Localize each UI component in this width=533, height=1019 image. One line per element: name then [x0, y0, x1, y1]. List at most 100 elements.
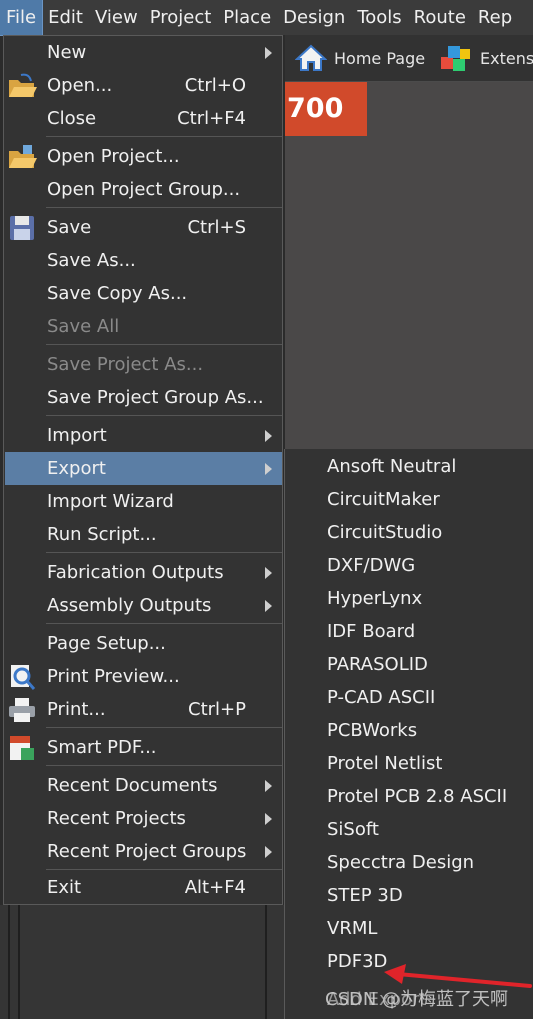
export-item-hyperlynx[interactable]: HyperLynx — [327, 582, 422, 615]
menu-item-recent-project-groups[interactable]: Recent Project Groups — [5, 835, 282, 868]
menu-file[interactable]: File — [0, 0, 44, 36]
left-panel — [0, 905, 285, 1019]
shortcut-label: Ctrl+F4 — [177, 108, 246, 129]
menu-item-label: Open Project... — [47, 146, 180, 167]
menu-place[interactable]: Place — [217, 0, 277, 35]
menu-item-exit[interactable]: Exit Alt+F4 — [5, 871, 282, 904]
menu-item-label: Save — [47, 217, 92, 238]
menu-item-label: Assembly Outputs — [47, 595, 212, 616]
menu-item-print[interactable]: Print... Ctrl+P — [5, 693, 282, 726]
tab-extensions[interactable]: Extensi — [439, 43, 533, 73]
export-item-vrml[interactable]: VRML — [327, 912, 377, 945]
shortcut-label: Alt+F4 — [184, 877, 246, 898]
menu-item-print-preview[interactable]: Print Preview... — [5, 660, 282, 693]
menu-item-label: Smart PDF... — [47, 737, 157, 758]
menu-item-label: Recent Documents — [47, 775, 218, 796]
menu-item-label: Open Project Group... — [47, 179, 241, 200]
export-item-specctra-design[interactable]: Specctra Design — [327, 846, 474, 879]
menu-view[interactable]: View — [89, 0, 144, 35]
menu-route[interactable]: Route — [408, 0, 472, 35]
menu-separator — [46, 623, 282, 624]
export-item-step-3d[interactable]: STEP 3D — [327, 879, 403, 912]
menu-item-save[interactable]: Save Ctrl+S — [5, 211, 282, 244]
menu-bar: File Edit View Project Place Design Tool… — [0, 0, 533, 36]
menu-project[interactable]: Project — [144, 0, 218, 35]
menu-item-label: Import — [47, 425, 107, 446]
print-preview-magnifier-icon — [11, 665, 36, 690]
menu-item-label: Recent Project Groups — [47, 841, 247, 862]
menu-item-label: Page Setup... — [47, 633, 166, 654]
menu-separator — [46, 344, 282, 345]
menu-item-smart-pdf[interactable]: Smart PDF... — [5, 731, 282, 764]
shortcut-label: Ctrl+O — [184, 75, 246, 96]
menu-item-label: Save As... — [47, 250, 136, 271]
menu-edit[interactable]: Edit — [42, 0, 89, 35]
submenu-arrow-icon — [265, 813, 272, 825]
export-item-circuitstudio[interactable]: CircuitStudio — [327, 516, 442, 549]
menu-item-label: Print Preview... — [47, 666, 180, 687]
export-item-p-cad-ascii[interactable]: P-CAD ASCII — [327, 681, 435, 714]
save-disk-icon — [10, 216, 34, 240]
export-item-pdf3d[interactable]: PDF3D — [327, 945, 387, 978]
extensions-cubes-icon — [441, 46, 470, 71]
menu-item-label: Import Wizard — [47, 491, 174, 512]
export-item-protel-pcb-ascii[interactable]: Protel PCB 2.8 ASCII — [327, 780, 507, 813]
menu-item-save-project-group-as[interactable]: Save Project Group As... — [5, 381, 282, 414]
menu-item-save-as[interactable]: Save As... — [5, 244, 282, 277]
menu-item-label: Recent Projects — [47, 808, 186, 829]
panel-divider — [8, 905, 10, 1019]
menu-item-label: Save All — [47, 316, 120, 337]
menu-item-export[interactable]: Export — [5, 452, 282, 485]
menu-item-label: Save Copy As... — [47, 283, 188, 304]
menu-item-label: Export — [47, 458, 106, 479]
submenu-arrow-icon — [265, 463, 272, 475]
menu-reports[interactable]: Rep — [472, 0, 518, 35]
tab-home-page[interactable]: Home Page — [295, 43, 425, 73]
export-item-pcbworks[interactable]: PCBWorks — [327, 714, 417, 747]
menu-item-close[interactable]: Close Ctrl+F4 — [5, 102, 282, 135]
export-item-protel-netlist[interactable]: Protel Netlist — [327, 747, 442, 780]
menu-item-label: Open... — [47, 75, 113, 96]
menu-item-fabrication-outputs[interactable]: Fabrication Outputs — [5, 556, 282, 589]
menu-item-label: Exit — [47, 877, 82, 898]
open-project-icon — [9, 145, 37, 168]
export-item-idf-board[interactable]: IDF Board — [327, 615, 415, 648]
menu-item-recent-projects[interactable]: Recent Projects — [5, 802, 282, 835]
submenu-arrow-icon — [265, 430, 272, 442]
menu-tools[interactable]: Tools — [351, 0, 407, 35]
export-item-dxf-dwg[interactable]: DXF/DWG — [327, 549, 415, 582]
submenu-arrow-icon — [265, 567, 272, 579]
home-icon — [295, 44, 327, 71]
watermark: CSDN @为梅蓝了天啊 — [325, 989, 509, 1010]
submenu-arrow-icon — [265, 47, 272, 59]
panel-divider — [18, 905, 20, 1019]
menu-item-assembly-outputs[interactable]: Assembly Outputs — [5, 589, 282, 622]
menu-item-import[interactable]: Import — [5, 419, 282, 452]
export-item-circuitmaker[interactable]: CircuitMaker — [327, 483, 440, 516]
menu-item-open[interactable]: Open... Ctrl+O — [5, 69, 282, 102]
menu-item-label: Print... — [47, 699, 106, 720]
tab-home-page-label: Home Page — [334, 48, 426, 68]
tab-extensions-label: Extensi — [480, 48, 533, 68]
menu-item-page-setup[interactable]: Page Setup... — [5, 627, 282, 660]
document-area — [285, 82, 533, 450]
smart-pdf-icon — [10, 736, 34, 760]
menu-item-new[interactable]: New — [5, 36, 282, 69]
export-item-ansoft-neutral[interactable]: Ansoft Neutral — [327, 450, 456, 483]
menu-item-run-script[interactable]: Run Script... — [5, 518, 282, 551]
export-item-parasolid[interactable]: PARASOLID — [327, 648, 428, 681]
menu-item-open-project-group[interactable]: Open Project Group... — [5, 173, 282, 206]
menu-item-recent-documents[interactable]: Recent Documents — [5, 769, 282, 802]
menu-separator — [46, 765, 282, 766]
submenu-arrow-icon — [265, 780, 272, 792]
export-item-sisoft[interactable]: SiSoft — [327, 813, 379, 846]
submenu-arrow-icon — [265, 846, 272, 858]
menu-item-label: Save Project As... — [47, 354, 204, 375]
menu-item-label: New — [47, 42, 87, 63]
menu-item-open-project[interactable]: Open Project... — [5, 140, 282, 173]
printer-icon — [9, 698, 35, 722]
menu-separator — [46, 869, 282, 870]
menu-item-save-copy-as[interactable]: Save Copy As... — [5, 277, 282, 310]
menu-item-import-wizard[interactable]: Import Wizard — [5, 485, 282, 518]
menu-design[interactable]: Design — [277, 0, 351, 35]
